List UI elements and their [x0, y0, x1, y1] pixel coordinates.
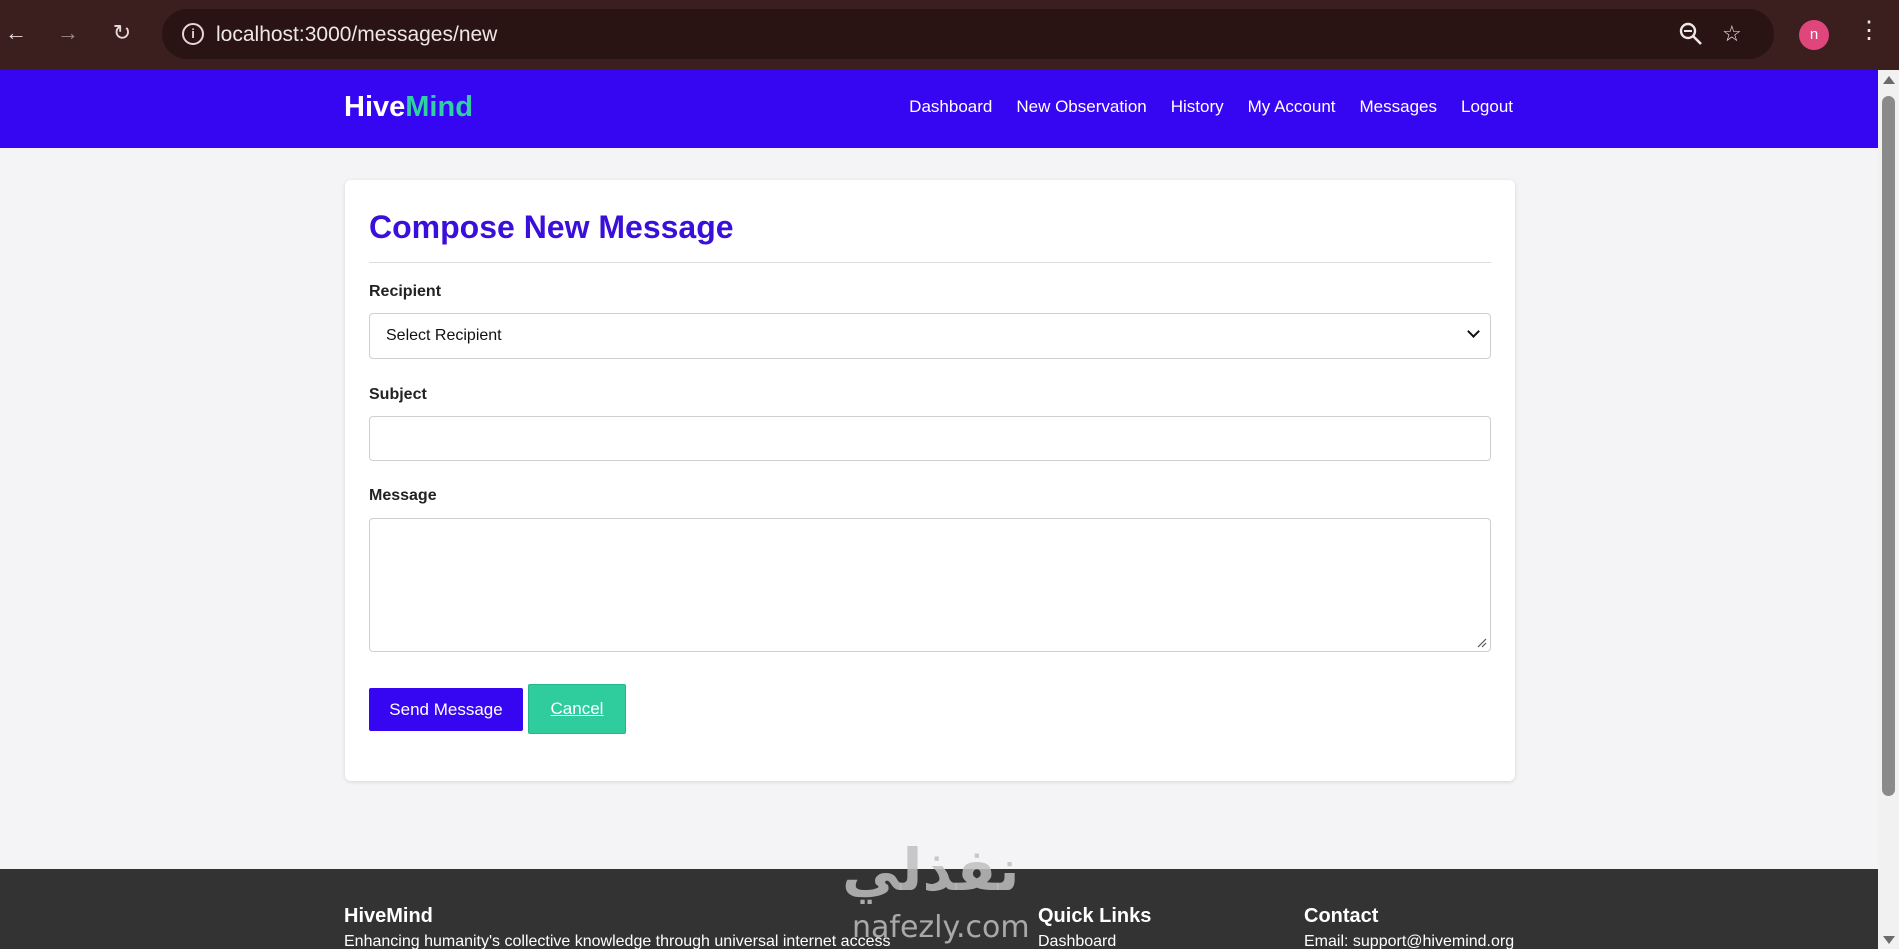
browser-menu-icon[interactable]: ⋮	[1856, 16, 1882, 45]
send-message-button[interactable]: Send Message	[369, 688, 523, 731]
subject-label: Subject	[369, 386, 427, 403]
page-scrollbar[interactable]	[1878, 70, 1899, 949]
back-arrow-icon[interactable]: ←	[0, 17, 32, 49]
site-info-icon[interactable]: i	[182, 23, 204, 45]
footer-brand-text: Enhancing humanity's collective knowledg…	[344, 933, 891, 949]
zoom-icon[interactable]	[1678, 21, 1704, 53]
message-label: Message	[369, 487, 437, 504]
nav-messages[interactable]: Messages	[1360, 97, 1437, 117]
cancel-button[interactable]: Cancel	[528, 684, 626, 734]
watermark-latin: nafezly.com	[852, 910, 1030, 945]
message-textarea[interactable]	[369, 518, 1491, 652]
reload-icon[interactable]: ↻	[106, 17, 138, 49]
app-header: HiveMind Dashboard New Observation Histo…	[0, 70, 1878, 148]
recipient-selected-value: Select Recipient	[386, 327, 502, 344]
resize-handle-icon[interactable]	[1477, 638, 1487, 648]
nav-logout[interactable]: Logout	[1461, 97, 1513, 117]
page-title: Compose New Message	[369, 209, 734, 245]
logo-hive: Hive	[344, 91, 406, 123]
url-text[interactable]: localhost:3000/messages/new	[216, 23, 497, 47]
nav-new-observation[interactable]: New Observation	[1016, 97, 1146, 117]
compose-card: Compose New Message Recipient Select Rec…	[345, 180, 1515, 781]
logo-mind: Mind	[405, 91, 473, 123]
nav-dashboard[interactable]: Dashboard	[909, 97, 992, 117]
bookmark-star-icon[interactable]: ☆	[1722, 21, 1742, 47]
scroll-up-icon[interactable]	[1883, 76, 1895, 84]
nafezly-watermark: نفذلي nafezly.com	[842, 836, 1058, 949]
footer-contact-title: Contact	[1304, 905, 1379, 927]
recipient-select[interactable]: Select Recipient	[369, 313, 1491, 359]
nav-my-account[interactable]: My Account	[1248, 97, 1336, 117]
footer-brand-title: HiveMind	[344, 905, 433, 927]
address-bar[interactable]: i localhost:3000/messages/new ☆	[162, 9, 1774, 59]
watermark-arabic: نفذلي	[842, 836, 1020, 904]
forward-arrow-icon[interactable]: →	[52, 17, 84, 49]
profile-avatar[interactable]: n	[1799, 20, 1829, 50]
scrollbar-thumb[interactable]	[1882, 96, 1895, 796]
scroll-down-icon[interactable]	[1883, 936, 1895, 944]
nav-history[interactable]: History	[1171, 97, 1224, 117]
site-logo[interactable]: HiveMind	[344, 91, 473, 124]
main-nav: Dashboard New Observation History My Acc…	[909, 97, 1513, 117]
chevron-down-icon	[1467, 325, 1480, 338]
title-divider	[369, 262, 1491, 263]
subject-input[interactable]	[369, 416, 1491, 461]
footer-contact-email: Email: support@hivemind.org	[1304, 933, 1515, 949]
browser-toolbar: ← → ↻ i localhost:3000/messages/new ☆ n …	[0, 0, 1899, 70]
recipient-label: Recipient	[369, 283, 442, 300]
